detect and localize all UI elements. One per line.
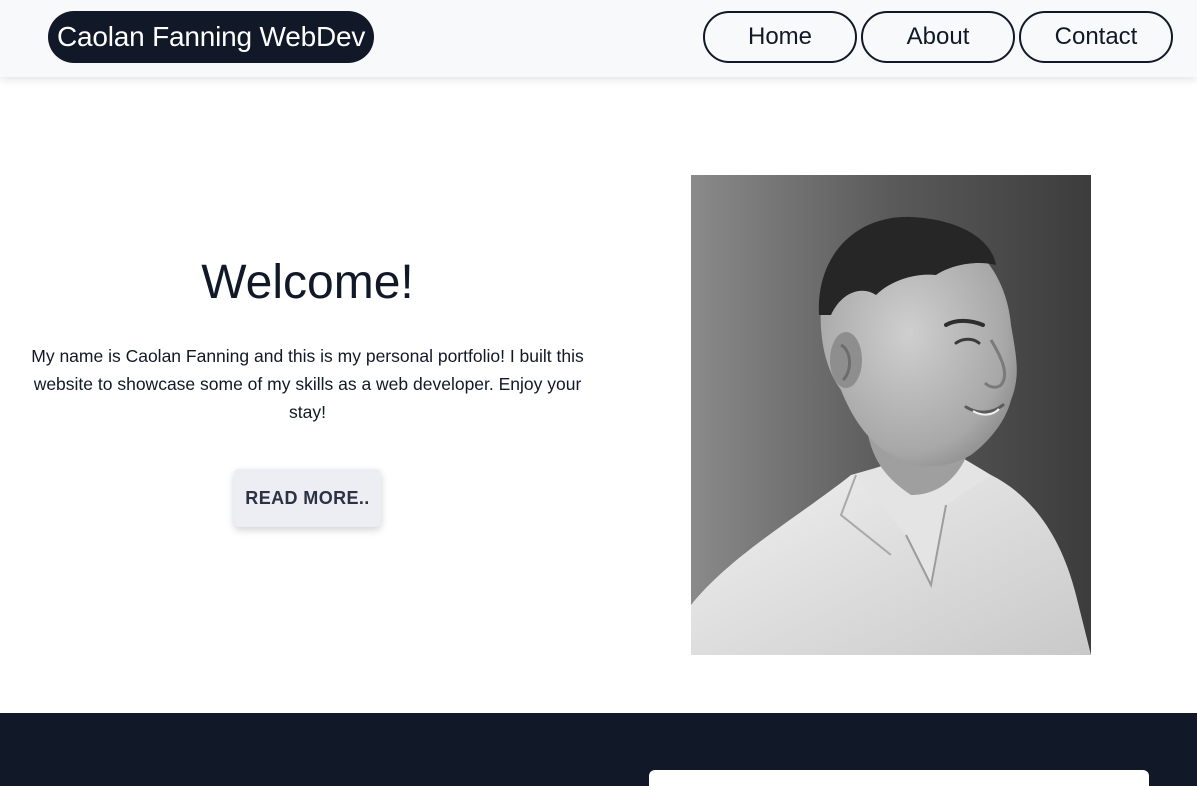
intro-paragraph: My name is Caolan Fanning and this is my… xyxy=(31,346,584,422)
footer xyxy=(0,713,1197,786)
brand-logo-link[interactable]: Caolan Fanning WebDev xyxy=(48,11,375,63)
navbar: Caolan Fanning WebDev Home About Contact xyxy=(0,0,1197,77)
footer-card xyxy=(649,770,1149,786)
read-more-button[interactable]: READ MORE.. xyxy=(234,469,381,527)
nav-home-button[interactable]: Home xyxy=(703,11,857,63)
nav-contact-button[interactable]: Contact xyxy=(1019,11,1173,63)
welcome-heading: Welcome! xyxy=(201,256,414,309)
nav-about-button[interactable]: About xyxy=(861,11,1015,63)
hero-intro: Welcome! My name is Caolan Fanning and t… xyxy=(15,250,600,527)
portrait-photo xyxy=(691,175,1091,655)
